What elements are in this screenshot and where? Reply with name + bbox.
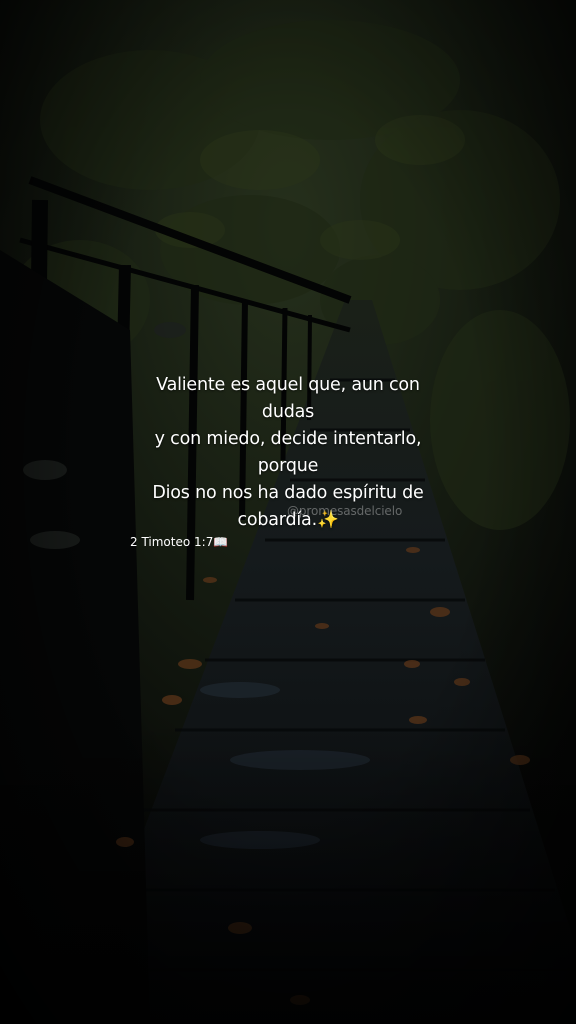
story-screen: Valiente es aquel que, aun con dudas y c… [0,0,576,1024]
quote-line: Valiente es aquel que, aun con [156,375,420,395]
watermark: @promesasdelcielo [287,504,403,518]
quote-line: Dios no nos ha dado espíritu de [152,483,424,503]
bible-reference: 2 Timoteo 1:7📖 [130,535,229,549]
quote-line: y con miedo, decide intentarlo, [154,429,422,449]
quote-line: porque [257,456,319,476]
quote-line: dudas [261,402,315,422]
